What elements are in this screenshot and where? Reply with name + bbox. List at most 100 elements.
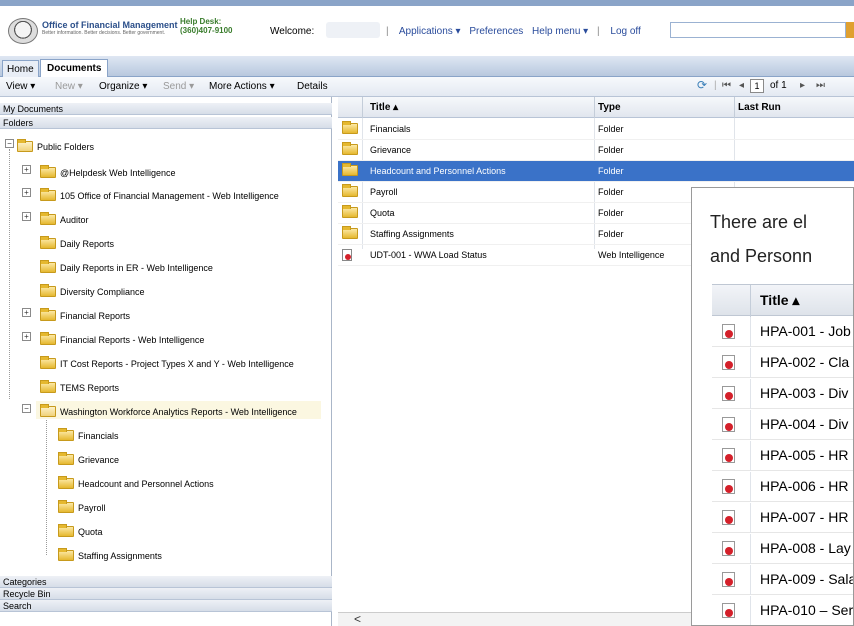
tree-it-cost-reports[interactable]: IT Cost Reports - Project Types X and Y …	[40, 356, 294, 371]
tree-payroll[interactable]: Payroll	[58, 500, 106, 515]
grid-header: Title ▴ Type Last Run	[338, 97, 854, 118]
folder-icon	[58, 428, 74, 441]
search-go-icon[interactable]	[846, 22, 854, 38]
list-item[interactable]: HPA-007 - HR	[712, 503, 853, 533]
expand-icon[interactable]: +	[22, 332, 31, 341]
new-menu[interactable]: New ▾	[55, 81, 83, 92]
list-item[interactable]: HPA-004 - Div	[712, 410, 853, 440]
folder-icon	[342, 184, 358, 197]
table-row-selected[interactable]: Headcount and Personnel Actions Folder	[338, 161, 854, 182]
my-documents-header[interactable]: My Documents	[0, 103, 332, 115]
first-page-icon[interactable]: ⏮	[722, 80, 731, 91]
expand-icon[interactable]: +	[22, 188, 31, 197]
tree-tems-reports[interactable]: TEMS Reports	[40, 380, 119, 395]
tree-daily-reports[interactable]: Daily Reports	[40, 236, 114, 251]
next-page-icon[interactable]: ▸	[800, 80, 805, 91]
folder-open-icon	[17, 139, 33, 152]
tree-grievance[interactable]: Grievance	[58, 452, 119, 467]
table-row[interactable]: Grievance Folder	[338, 140, 854, 161]
tree-diversity-compliance[interactable]: Diversity Compliance	[40, 284, 145, 299]
refresh-icon[interactable]: ⟳	[697, 78, 707, 92]
tree-auditor[interactable]: Auditor	[40, 212, 89, 227]
search-input[interactable]	[670, 22, 846, 38]
tree-financial-reports-webi[interactable]: Financial Reports - Web Intelligence	[40, 332, 204, 347]
help-menu[interactable]: Help menu ▾	[532, 26, 588, 37]
tab-documents[interactable]: Documents	[40, 59, 109, 78]
list-item[interactable]: HPA-009 - Sala	[712, 565, 853, 595]
scroll-left-icon[interactable]: <	[354, 612, 361, 626]
list-item[interactable]: HPA-008 - Lay	[712, 534, 853, 564]
webi-doc-icon	[722, 541, 735, 556]
tree-105-ofm[interactable]: 105 Office of Financial Management - Web…	[40, 188, 279, 203]
expand-icon[interactable]: +	[22, 212, 31, 221]
logoff-link[interactable]: Log off	[610, 26, 640, 37]
list-item[interactable]: HPA-010 – Ser	[712, 596, 853, 625]
webi-doc-icon	[722, 603, 735, 618]
tab-home[interactable]: Home	[2, 60, 39, 77]
webi-doc-icon	[722, 572, 735, 587]
organize-menu[interactable]: Organize ▾	[99, 81, 147, 92]
helpdesk-phone: (360)407-9100	[180, 25, 233, 35]
horizontal-scrollbar[interactable]: <	[338, 612, 698, 626]
page-total: of 1	[770, 80, 787, 91]
expand-icon[interactable]: +	[22, 165, 31, 174]
send-menu[interactable]: Send ▾	[163, 81, 194, 92]
list-item[interactable]: HPA-003 - Div	[712, 379, 853, 409]
details-button[interactable]: Details	[297, 81, 328, 92]
folder-icon	[40, 308, 56, 321]
preferences-link[interactable]: Preferences	[469, 26, 523, 37]
folder-icon	[40, 212, 56, 225]
collapse-icon[interactable]: −	[5, 139, 14, 148]
overlay-text-line1: There are el	[710, 212, 808, 232]
folder-icon	[58, 524, 74, 537]
webi-doc-icon	[722, 510, 735, 525]
table-row[interactable]: Financials Folder	[338, 119, 854, 140]
org-name: Office of Financial Management	[42, 20, 178, 30]
tree-financials[interactable]: Financials	[58, 428, 119, 443]
tree-financial-reports[interactable]: Financial Reports	[40, 308, 130, 323]
list-item[interactable]: HPA-002 - Cla	[712, 348, 853, 378]
tree-quota[interactable]: Quota	[58, 524, 103, 539]
column-title[interactable]: Title ▴	[370, 102, 398, 113]
column-last-run[interactable]: Last Run	[738, 102, 781, 113]
list-item[interactable]: HPA-005 - HR	[712, 441, 853, 471]
folder-icon	[342, 142, 358, 155]
prev-page-icon[interactable]: ◂	[739, 80, 744, 91]
categories-header[interactable]: Categories	[0, 576, 332, 588]
collapse-icon[interactable]: −	[22, 404, 31, 413]
username-redacted	[326, 22, 380, 38]
folder-icon	[40, 260, 56, 273]
page-number-input[interactable]: 1	[750, 79, 764, 93]
list-item[interactable]: HPA-006 - HR	[712, 472, 853, 502]
tree-daily-reports-er[interactable]: Daily Reports in ER - Web Intelligence	[40, 260, 213, 275]
folders-header[interactable]: Folders	[0, 117, 332, 129]
tree-headcount[interactable]: Headcount and Personnel Actions	[58, 476, 214, 491]
top-bar: Office of Financial Management Better in…	[0, 0, 854, 44]
overlay-column-title[interactable]: Title ▴	[760, 292, 799, 309]
left-panel: My Documents Folders − Public Folders + …	[0, 97, 332, 626]
folder-icon	[40, 380, 56, 393]
column-type[interactable]: Type	[598, 102, 621, 113]
folder-icon	[342, 226, 358, 239]
view-menu[interactable]: View ▾	[6, 81, 35, 92]
webi-doc-icon	[722, 386, 735, 401]
overlay-callout: There are el and Personn Title ▴ HPA-001…	[691, 187, 854, 626]
more-actions-menu[interactable]: More Actions ▾	[209, 81, 275, 92]
tree-helpdesk-webi[interactable]: @Helpdesk Web Intelligence	[40, 165, 176, 180]
list-item[interactable]: HPA-001 - Job	[712, 317, 853, 347]
last-page-icon[interactable]: ⏭	[816, 80, 825, 91]
tree-staffing-assignments[interactable]: Staffing Assignments	[58, 548, 162, 563]
tree-public-folders[interactable]: Public Folders	[17, 139, 94, 154]
folder-icon	[58, 500, 74, 513]
search-header[interactable]: Search	[0, 600, 332, 612]
org-tagline: Better information. Better decisions. Be…	[42, 30, 166, 36]
expand-icon[interactable]: +	[22, 308, 31, 317]
folder-icon	[40, 165, 56, 178]
folder-icon	[40, 332, 56, 345]
webi-doc-icon	[722, 355, 735, 370]
tree-wwa-reports[interactable]: Washington Workforce Analytics Reports -…	[40, 404, 297, 419]
folder-icon	[40, 188, 56, 201]
applications-menu[interactable]: Applications ▾	[399, 26, 461, 37]
recycle-bin-header[interactable]: Recycle Bin	[0, 588, 332, 600]
webi-doc-icon	[722, 324, 735, 339]
